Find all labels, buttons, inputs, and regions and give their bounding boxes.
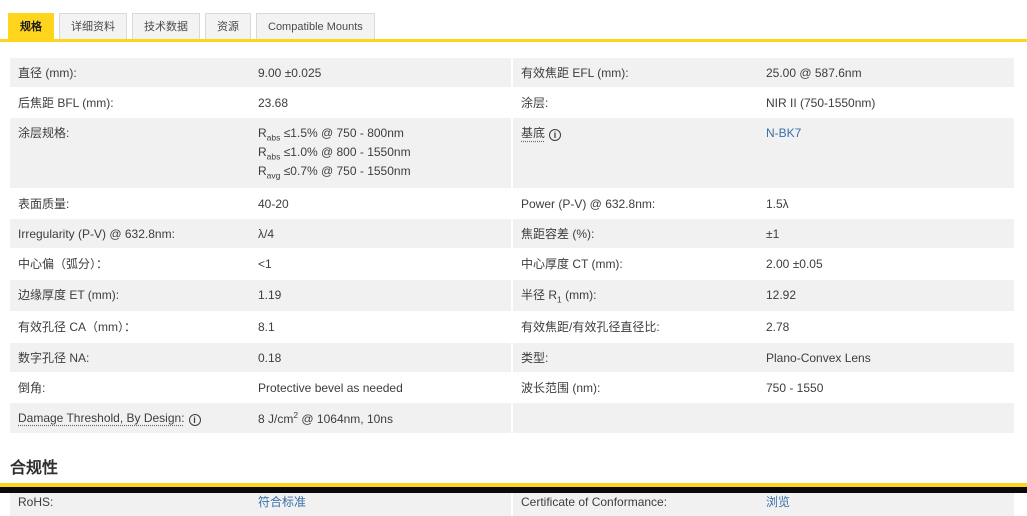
spec-label: 倒角: xyxy=(18,380,46,395)
spec-label: 有效焦距 EFL (mm): xyxy=(521,66,629,81)
spec-value: 12.92 xyxy=(766,287,797,302)
spec-label: 涂层规格: xyxy=(18,126,70,141)
spec-value: 8.1 xyxy=(258,320,275,335)
spec-label: RoHS: xyxy=(18,495,54,510)
spec-cell-right: 中心厚度 CT (mm): 2.00 ±0.05 xyxy=(513,249,1014,278)
spec-cell-right: 类型: Plano-Convex Lens xyxy=(513,342,1014,372)
spec-value: 2.78 xyxy=(766,320,790,335)
spec-value: 8 J/cm2 @ 1064nm, 10ns xyxy=(258,410,393,427)
info-icon[interactable]: i xyxy=(188,414,201,427)
tab-3[interactable]: 资源 xyxy=(205,13,251,40)
spec-row: Damage Threshold, By Design: i 8 J/cm2 @ 1… xyxy=(10,403,1016,434)
spec-label xyxy=(513,410,766,427)
spec-label: 半径 R1 (mm): xyxy=(521,287,597,304)
spec-value: Plano-Convex Lens xyxy=(766,350,871,365)
spec-value: 1.19 xyxy=(258,287,282,302)
spec-label: 波长范围 (nm): xyxy=(521,380,601,395)
spec-label[interactable]: Damage Threshold, By Design: i xyxy=(10,410,258,427)
spec-value: 浏览 xyxy=(766,494,790,510)
spec-label: 有效焦距/有效孔径直径比: xyxy=(521,320,660,335)
tab-1[interactable]: 详细资料 xyxy=(59,13,127,40)
spec-value: ±1 xyxy=(766,227,780,242)
tab-2[interactable]: 技术数据 xyxy=(132,13,200,40)
spec-cell-right: 波长范围 (nm): 750 - 1550 xyxy=(513,373,1014,402)
spec-row: 表面质量: 40-20 Power (P-V) @ 632.8nm: 1.5λ xyxy=(10,189,1016,218)
spec-label: Irregularity (P-V) @ 632.8nm: xyxy=(18,227,175,242)
spec-row: 直径 (mm): 9.00 ±0.025 有效焦距 EFL (mm): 25.00 @… xyxy=(10,58,1016,88)
spec-value: 符合标准 xyxy=(258,494,306,510)
spec-label: 后焦距 BFL (mm): xyxy=(18,96,114,111)
spec-label: 表面质量: xyxy=(18,197,70,212)
spec-cell-left: 后焦距 BFL (mm): 23.68 xyxy=(10,88,511,117)
spec-cell-left: Irregularity (P-V) @ 632.8nm: λ/4 xyxy=(10,219,511,249)
spec-cell-right: 半径 R1 (mm): 12.92 xyxy=(513,279,1014,312)
spec-cell-left: 直径 (mm): 9.00 ±0.025 xyxy=(10,58,511,88)
spec-cell-left: 倒角: Protective bevel as needed xyxy=(10,373,511,402)
spec-cell-left: 中心偏（弧分）： <1 xyxy=(10,249,511,278)
tab-bar: 规格 详细资料 技术数据 资源 Compatible Mounts xyxy=(0,0,1027,43)
footer-bar xyxy=(0,483,1027,493)
spec-label: 涂层: xyxy=(521,96,549,111)
spec-cell-right: 有效焦距/有效孔径直径比: 2.78 xyxy=(513,312,1014,341)
spec-cell-right: 焦距容差 (%): ±1 xyxy=(513,219,1014,249)
spec-label: 焦距容差 (%): xyxy=(521,227,595,242)
spec-value: Protective bevel as needed xyxy=(258,380,403,395)
spec-row: 边缘厚度 ET (mm): 1.19 半径 R1 (mm): 12.92 xyxy=(10,279,1016,312)
spec-cell-right: Power (P-V) @ 632.8nm: 1.5λ xyxy=(513,189,1014,218)
spec-row: 后焦距 BFL (mm): 23.68 涂层: NIR II (750-1550nm) xyxy=(10,88,1016,117)
value-link[interactable]: 浏览 xyxy=(766,495,790,509)
compliance-heading: 合规性 xyxy=(10,460,59,478)
spec-row: 倒角: Protective bevel as needed 波长范围 (nm): 7… xyxy=(10,373,1016,402)
spec-label: 边缘厚度 ET (mm): xyxy=(18,287,120,302)
spec-value: Rabs ≤1.5% @ 750 - 800nm Rabs ≤1.0% @ 800… xyxy=(258,126,411,181)
tab-0[interactable]: 规格 xyxy=(8,13,54,40)
spec-label: Certificate of Conformance: xyxy=(521,495,668,510)
spec-row: 有效孔径 CA（mm）： 8.1 有效焦距/有效孔径直径比: 2.78 xyxy=(10,312,1016,341)
spec-cell-right xyxy=(513,403,1014,434)
spec-row: 中心偏（弧分）： <1 中心厚度 CT (mm): 2.00 ±0.05 xyxy=(10,249,1016,278)
value-link[interactable]: N-BK7 xyxy=(766,126,801,140)
spec-value: <1 xyxy=(258,257,272,272)
spec-table: 直径 (mm): 9.00 ±0.025 有效焦距 EFL (mm): 25.00 @… xyxy=(10,58,1016,434)
spec-cell-left: 边缘厚度 ET (mm): 1.19 xyxy=(10,279,511,312)
spec-value: NIR II (750-1550nm) xyxy=(766,96,876,111)
spec-value: 750 - 1550 xyxy=(766,380,824,395)
spec-label: 有效孔径 CA（mm）： xyxy=(18,320,136,335)
spec-value: 40-20 xyxy=(258,197,289,212)
spec-cell-left: 表面质量: 40-20 xyxy=(10,189,511,218)
spec-value: 0.18 xyxy=(258,350,282,365)
spec-value: 9.00 ±0.025 xyxy=(258,66,322,81)
spec-label[interactable]: 基底 i xyxy=(513,125,766,182)
spec-label: Power (P-V) @ 632.8nm: xyxy=(521,197,656,212)
tab-4[interactable]: Compatible Mounts xyxy=(256,13,375,40)
spec-cell-left: 数字孔径 NA: 0.18 xyxy=(10,342,511,372)
spec-cell-left: Damage Threshold, By Design: i 8 J/cm2 @ 1… xyxy=(10,403,511,434)
spec-value: N-BK7 xyxy=(766,125,801,182)
spec-label: 直径 (mm): xyxy=(18,66,77,81)
spec-cell-right: 涂层: NIR II (750-1550nm) xyxy=(513,88,1014,117)
spec-cell-left: 涂层规格: Rabs ≤1.5% @ 750 - 800nm Rabs ≤1.0% … xyxy=(10,118,511,189)
spec-value: 23.68 xyxy=(258,96,289,111)
spec-cell-right: 基底 i N-BK7 xyxy=(513,118,1014,189)
spec-label: 中心厚度 CT (mm): xyxy=(521,257,623,272)
spec-cell-left: 有效孔径 CA（mm）： 8.1 xyxy=(10,312,511,341)
spec-value: 25.00 @ 587.6nm xyxy=(766,66,862,81)
spec-label: 中心偏（弧分）： xyxy=(18,257,109,272)
spec-row: Irregularity (P-V) @ 632.8nm: λ/4 焦距容差 (%)… xyxy=(10,219,1016,249)
spec-cell-right: 有效焦距 EFL (mm): 25.00 @ 587.6nm xyxy=(513,58,1014,88)
value-link[interactable]: 符合标准 xyxy=(258,495,306,509)
spec-value: 2.00 ±0.05 xyxy=(766,257,823,272)
specifications-page: 规格 详细资料 技术数据 资源 Compatible Mounts 直径 (mm): 9.… xyxy=(0,0,1027,516)
footer-black-bar xyxy=(0,487,1027,493)
info-icon[interactable]: i xyxy=(549,129,562,142)
spec-label: 数字孔径 NA: xyxy=(18,350,90,365)
spec-value: 1.5λ xyxy=(766,197,789,212)
spec-label: 类型: xyxy=(521,350,549,365)
spec-row: 涂层规格: Rabs ≤1.5% @ 750 - 800nm Rabs ≤1.0% … xyxy=(10,118,1016,189)
spec-row: 数字孔径 NA: 0.18 类型: Plano-Convex Lens xyxy=(10,342,1016,372)
spec-value: λ/4 xyxy=(258,227,275,242)
